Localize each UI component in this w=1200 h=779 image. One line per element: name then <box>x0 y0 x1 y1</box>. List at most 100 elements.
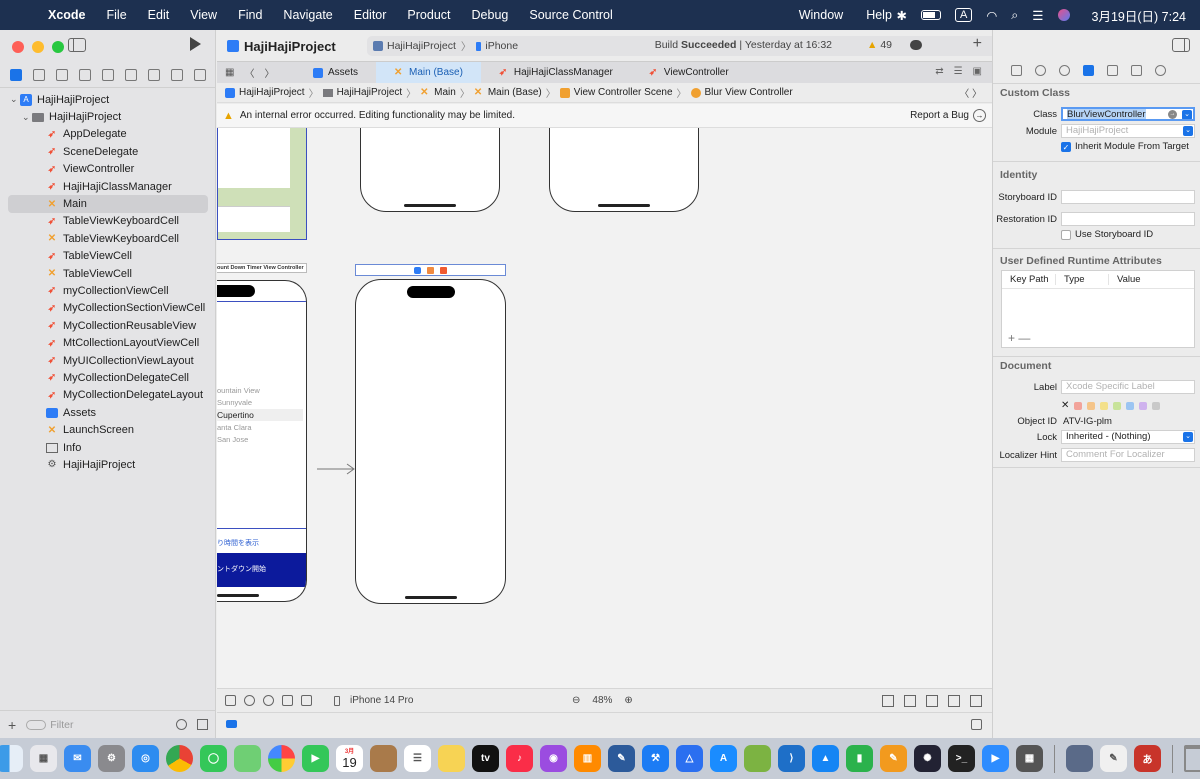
books-icon[interactable]: ▥ <box>574 745 601 772</box>
add-library-button[interactable]: + <box>973 35 982 53</box>
music-icon[interactable]: ♪ <box>506 745 533 772</box>
tree-file-item[interactable]: Assets <box>0 404 216 421</box>
view-controller-icon[interactable] <box>414 266 421 274</box>
close-window-button[interactable] <box>12 41 24 53</box>
chrome-icon[interactable] <box>166 745 193 772</box>
picker-view[interactable]: ountain View Sunnyvale Cupertino anta Cl… <box>217 301 306 529</box>
test-navigator-tab-icon[interactable] <box>125 69 138 81</box>
breadcrumb-view-controller[interactable]: Blur View Controller <box>690 87 793 98</box>
file-inspector-tab-icon[interactable] <box>1011 65 1022 76</box>
search-icon[interactable]: ⌕ <box>1011 8 1018 23</box>
dark-mode-icon[interactable] <box>263 695 274 706</box>
identity-inspector-tab-icon[interactable] <box>1083 65 1094 76</box>
zoom-in-icon[interactable]: ⊕ <box>624 695 632 706</box>
menu-help[interactable]: Help <box>866 8 892 22</box>
tree-file-item[interactable]: ➶ HajiHajiClassManager <box>0 178 216 195</box>
scene-blur-view-controller[interactable] <box>355 279 506 604</box>
tab-assets[interactable]: Assets <box>295 62 376 84</box>
next-issue-icon[interactable]: 〉 <box>972 89 982 100</box>
debug-navigator-tab-icon[interactable] <box>148 69 161 81</box>
system-settings-icon[interactable]: ⚙ <box>98 745 125 772</box>
numbers-icon[interactable]: ▮ <box>846 745 873 772</box>
source-control-tab-icon[interactable] <box>32 69 45 81</box>
dropdown-chevron-icon[interactable]: ⌄ <box>1183 126 1193 136</box>
runtime-attributes-table[interactable]: Key Path Type Value + — <box>1001 270 1195 348</box>
tree-file-item[interactable]: ➶ MtCollectionLayoutViewCell <box>0 334 216 351</box>
mail-icon[interactable]: ✉ <box>64 745 91 772</box>
menu-navigate[interactable]: Navigate <box>283 8 332 22</box>
reminders-icon[interactable]: ☰ <box>404 745 431 772</box>
color-swatch-yellow[interactable] <box>1100 401 1109 410</box>
tree-file-item[interactable]: ➶ MyCollectionDelegateCell <box>0 369 216 386</box>
symbol-navigator-tab-icon[interactable] <box>55 69 68 81</box>
tab-hajihaji-class-manager[interactable]: ➶ HajiHajiClassManager <box>481 62 631 84</box>
pages-icon[interactable]: ✎ <box>880 745 907 772</box>
bluetooth-icon[interactable]: ✱ <box>897 8 907 23</box>
tree-file-item[interactable]: Info <box>0 439 216 456</box>
siri-icon[interactable] <box>1057 9 1070 21</box>
scene-phone-top-1[interactable] <box>360 128 500 212</box>
scene-title-bar[interactable]: ount Down Timer View Controller <box>217 263 307 273</box>
textedit-icon[interactable]: ✎ <box>1100 745 1127 772</box>
minimize-window-button[interactable] <box>32 41 44 53</box>
clear-color-icon[interactable]: ✕ <box>1061 400 1069 411</box>
color-swatch-gray[interactable] <box>1152 401 1161 410</box>
align-icon[interactable] <box>904 694 916 707</box>
go-to-class-icon[interactable]: → <box>1168 110 1177 119</box>
lock-dropdown[interactable]: Inherited - (Nothing) ⌄ <box>1061 430 1195 444</box>
menu-view[interactable]: View <box>190 8 217 22</box>
zoom-app-icon[interactable]: ▶ <box>982 745 1009 772</box>
warnings-badge[interactable]: ▲ 49 <box>867 39 892 51</box>
add-constraints-icon[interactable] <box>926 694 938 707</box>
notes-brown-icon[interactable] <box>370 745 397 772</box>
checkbox-icon[interactable] <box>1061 229 1071 240</box>
help-inspector-tab-icon[interactable] <box>1059 65 1070 76</box>
tree-file-item[interactable]: ➶ TableViewKeyboardCell <box>0 213 216 230</box>
device-selector[interactable]: iPhone 14 Pro <box>334 695 413 706</box>
update-frames-icon[interactable] <box>882 694 894 707</box>
label-field[interactable]: Xcode Specific Label <box>1061 380 1195 394</box>
maps-icon[interactable] <box>234 745 261 772</box>
attributes-inspector-tab-icon[interactable] <box>1107 65 1118 76</box>
calendar-icon[interactable]: 3月 19 <box>336 745 363 772</box>
tree-file-item[interactable]: ✕ Main <box>8 195 208 213</box>
finder-icon[interactable] <box>0 745 23 772</box>
tree-file-item[interactable]: ➶ myCollectionViewCell <box>0 282 216 299</box>
use-storyboard-id-checkbox[interactable]: Use Storyboard ID <box>1061 229 1153 240</box>
photos-icon[interactable] <box>268 745 295 772</box>
vscode-icon[interactable]: ⟩ <box>778 745 805 772</box>
related-items-icon[interactable]: ▦ <box>225 67 234 78</box>
apple-tv-icon[interactable]: tv <box>472 745 499 772</box>
tree-root-project[interactable]: ⌄ A HajiHajiProject <box>0 91 216 108</box>
disclosure-chevron-icon[interactable]: ⌄ <box>22 112 32 123</box>
breadcrumb-folder[interactable]: HajiHajiProject <box>322 87 402 98</box>
launchpad-icon[interactable]: ▦ <box>30 745 57 772</box>
recent-files-icon[interactable] <box>176 719 187 730</box>
device-size-icon[interactable] <box>301 695 312 706</box>
report-bug-link[interactable]: Report a Bug → <box>910 109 986 122</box>
input-source-badge[interactable]: A <box>955 8 973 22</box>
tree-group-folder[interactable]: ⌄ HajiHajiProject <box>0 108 216 125</box>
forward-chevron-icon[interactable]: 〉 <box>264 65 274 80</box>
preview-icon[interactable] <box>1066 745 1093 772</box>
dropdown-chevron-icon[interactable]: ⌄ <box>1183 432 1193 442</box>
dropdown-chevron-icon[interactable]: ⌄ <box>1182 110 1192 119</box>
wifi-icon[interactable]: ◠ <box>986 8 997 23</box>
facetime-icon[interactable]: ▶ <box>302 745 329 772</box>
scene-phone-top-2[interactable] <box>549 128 699 212</box>
navigator-toggle-icon[interactable] <box>68 38 86 52</box>
add-remove-attribute-icon[interactable]: + — <box>1008 331 1030 345</box>
scene-table-partial[interactable] <box>217 128 307 240</box>
storyboard-canvas[interactable]: ount Down Timer View Controller ountain … <box>217 128 992 688</box>
inspector-toggle-icon[interactable] <box>1172 38 1190 52</box>
messages-icon[interactable]: ◯ <box>200 745 227 772</box>
app-store-icon[interactable]: A <box>710 745 737 772</box>
tree-file-item[interactable]: ⚙ HajiHajiProject <box>0 456 216 473</box>
modified-files-icon[interactable] <box>197 719 208 730</box>
pen-app-icon[interactable]: ✎ <box>608 745 635 772</box>
zoom-out-icon[interactable]: ⊖ <box>572 695 580 706</box>
menu-clock[interactable]: 3月19日(日) 7:24 <box>1092 6 1186 25</box>
class-field[interactable]: BlurViewController → ⌄ <box>1061 107 1195 121</box>
terminal-icon[interactable]: >_ <box>948 745 975 772</box>
color-swatch-red[interactable] <box>1074 401 1083 410</box>
